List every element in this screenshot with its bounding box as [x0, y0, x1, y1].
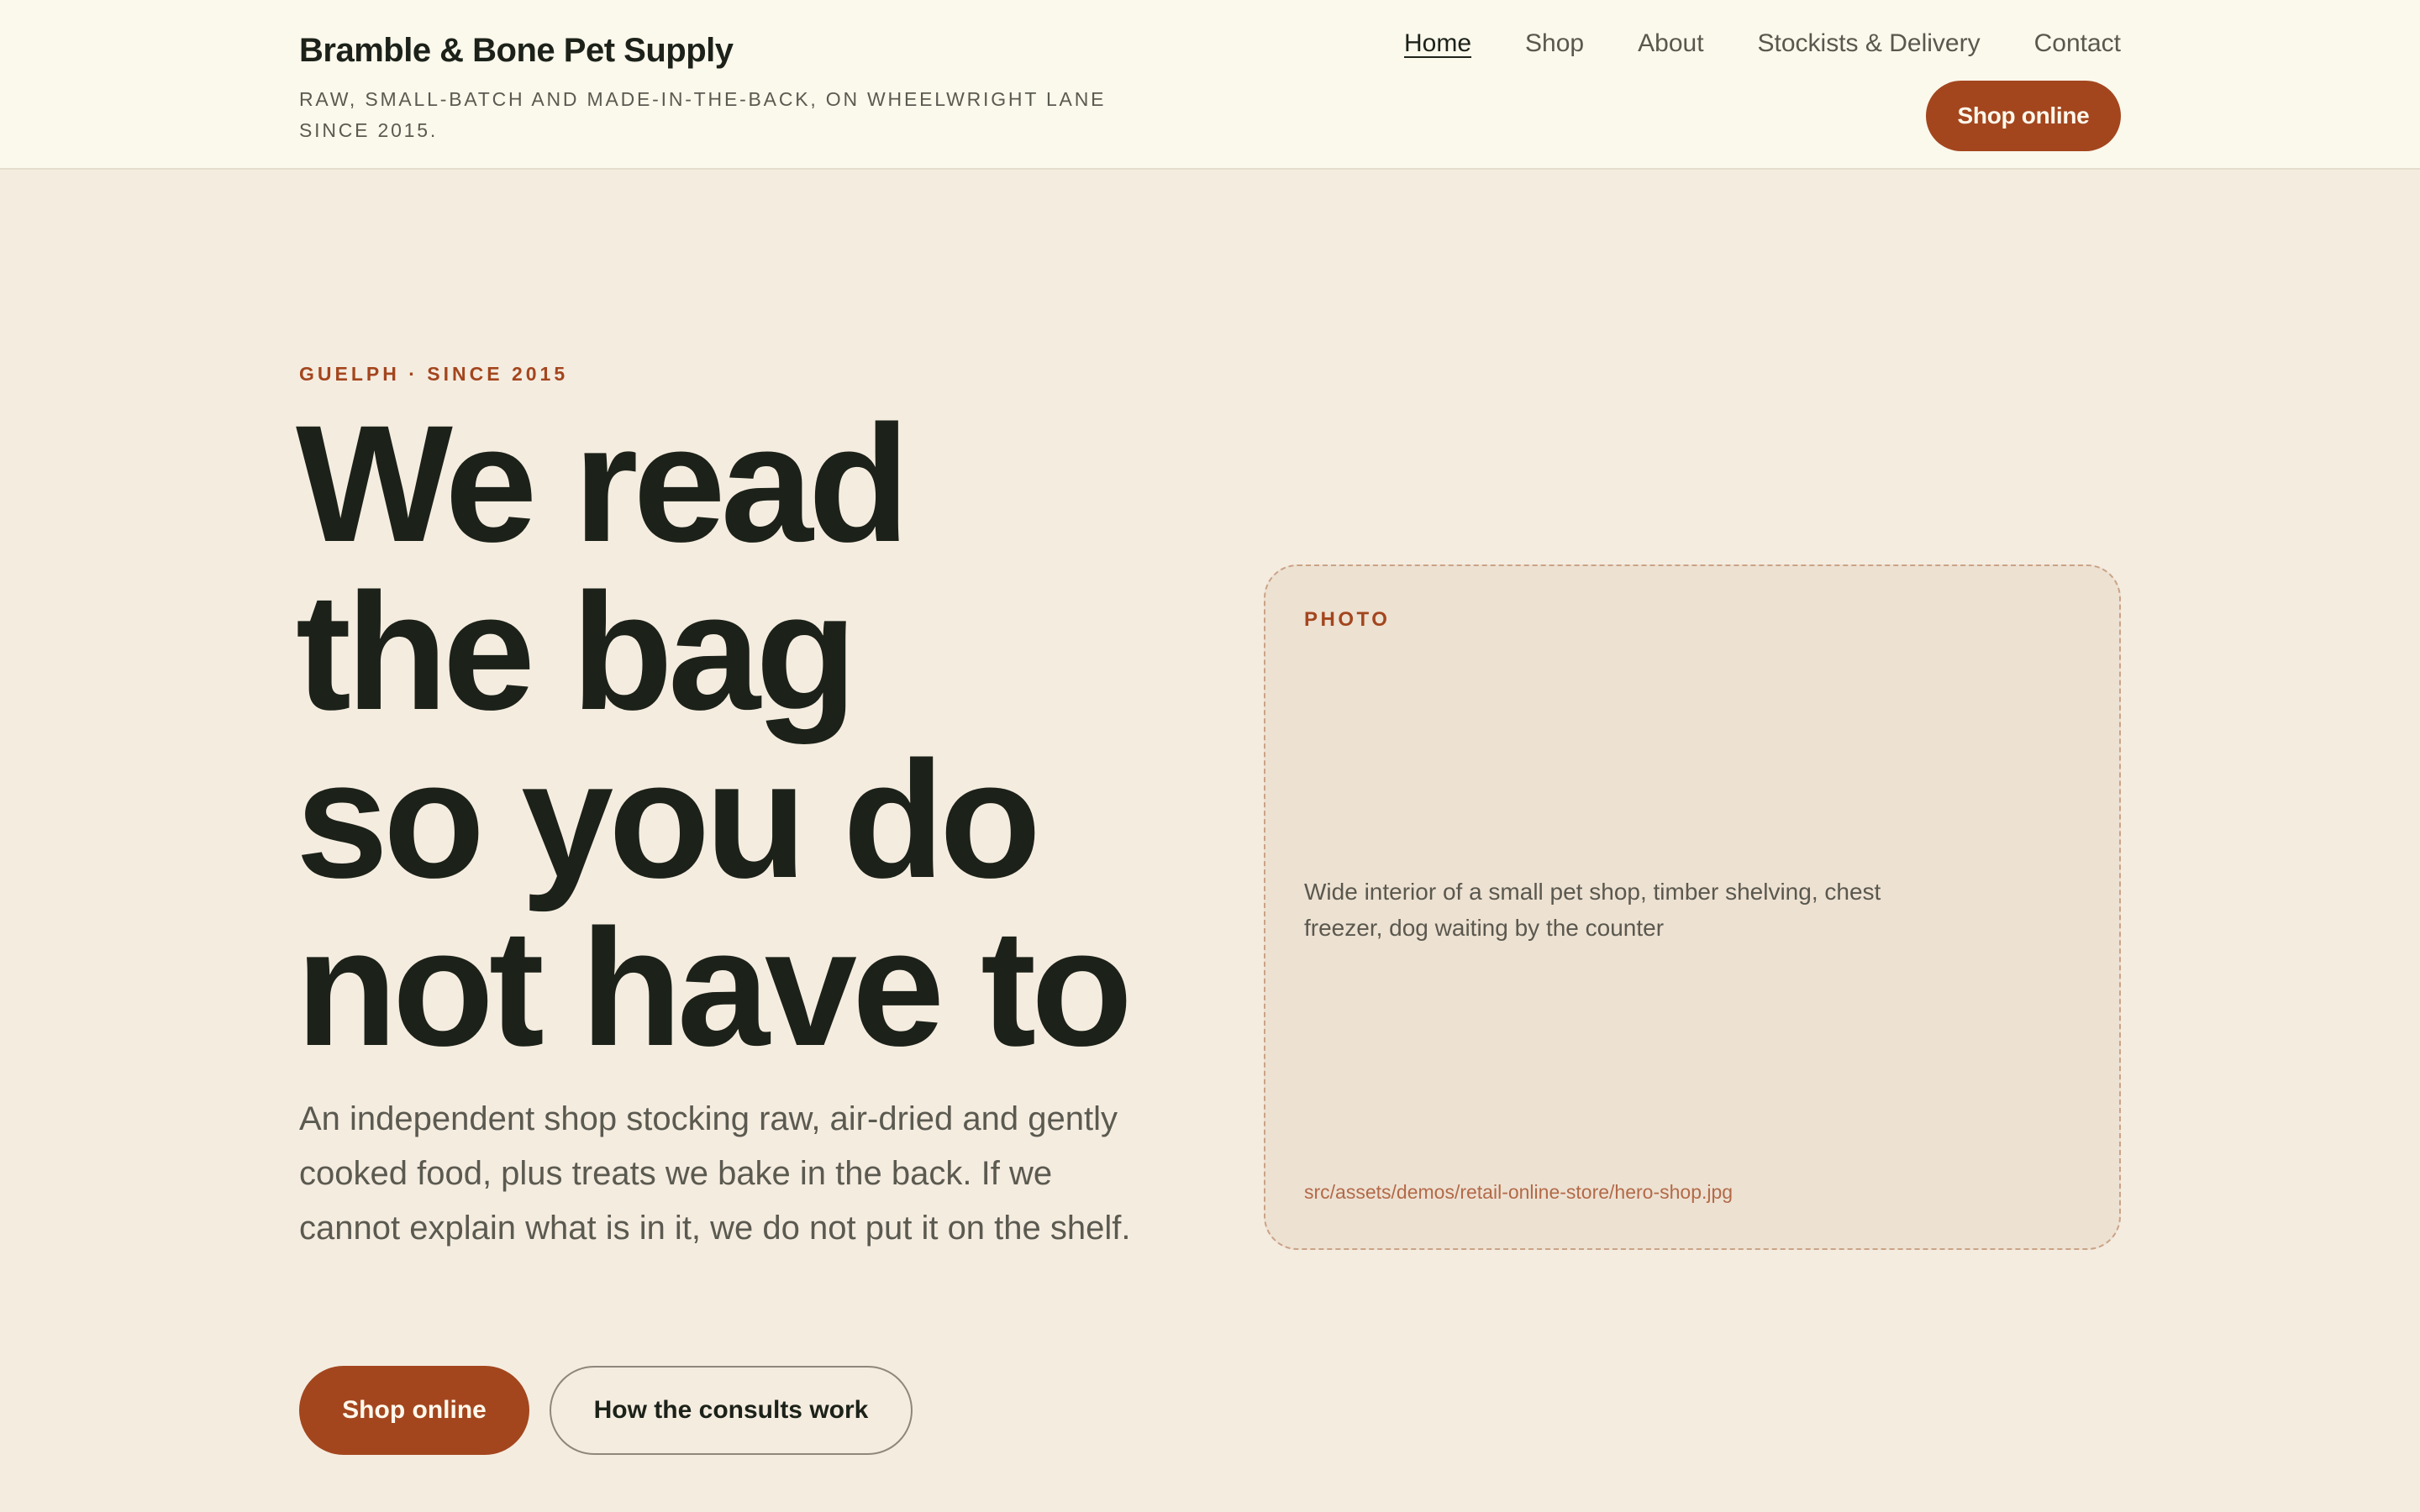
brand-tagline: RAW, SMALL-BATCH AND MADE-IN-THE-BACK, O…: [299, 88, 1107, 141]
nav-link-contact[interactable]: Contact: [2034, 25, 2121, 62]
hero-title-line: the bag: [296, 559, 857, 744]
nav-link-about[interactable]: About: [1638, 25, 1703, 62]
hero-title-line: so you do: [296, 727, 1041, 912]
hero-eyebrow: GUELPH · SINCE 2015: [299, 363, 569, 385]
hero-title-line: We read: [296, 391, 910, 576]
hero-title-line: not have to: [296, 895, 1133, 1080]
nav-link-shop[interactable]: Shop: [1525, 25, 1584, 62]
hero-description: An independent shop stocking raw, air-dr…: [299, 1100, 1131, 1247]
hero-photo-placeholder: PHOTO Wide interior of a small pet shop,…: [1264, 564, 2121, 1250]
hero-shop-online-button[interactable]: Shop online: [299, 1366, 529, 1455]
nav-link-stockists-delivery[interactable]: Stockists & Delivery: [1758, 25, 1981, 62]
header-shop-online-button[interactable]: Shop online: [1926, 81, 2121, 151]
site-header: Bramble & Bone Pet Supply RAW, SMALL-BAT…: [0, 0, 2420, 170]
photo-description: Wide interior of a small pet shop, timbe…: [1304, 879, 1881, 941]
main-nav: Home Shop About Stockists & Delivery Con…: [1404, 25, 2121, 62]
nav-link-home[interactable]: Home: [1404, 25, 1471, 62]
photo-file-path: src/assets/demos/retail-online-store/her…: [1304, 1181, 1733, 1203]
hero-buttons: Shop online How the consults work: [299, 1366, 913, 1455]
hero-title: We read the bag so you do not have to: [296, 400, 1220, 1072]
photo-label: PHOTO: [1304, 608, 1391, 631]
how-consults-work-button[interactable]: How the consults work: [550, 1366, 913, 1455]
brand-name[interactable]: Bramble & Bone Pet Supply: [299, 32, 734, 70]
